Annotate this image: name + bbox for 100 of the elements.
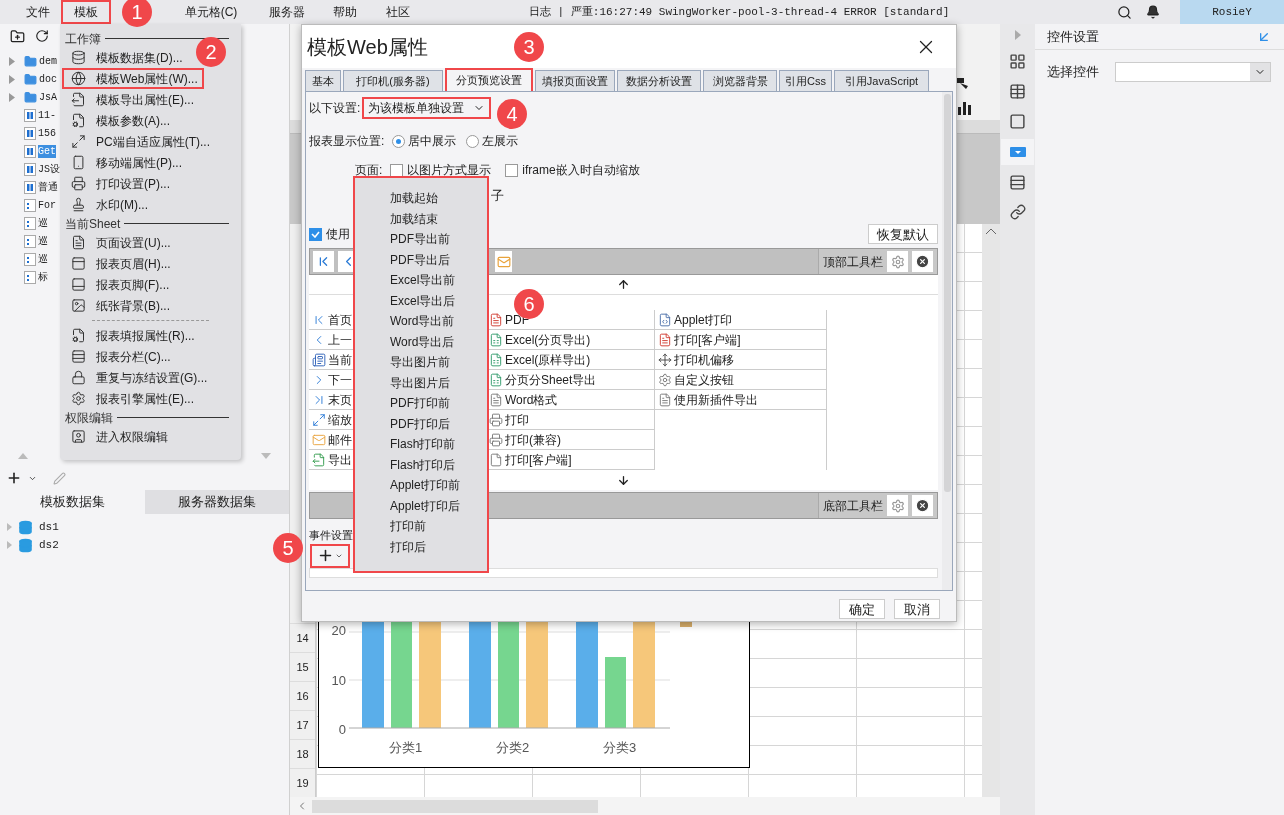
menu-item[interactable]: 服务器 [262, 0, 312, 24]
dialog-tab[interactable]: 引用Css [779, 70, 832, 91]
menu-item[interactable]: PDF导出前 [355, 229, 487, 250]
restore-default-button[interactable]: 恢复默认 [868, 224, 938, 244]
menu-item[interactable]: 模板数据集(D)... [62, 47, 189, 68]
menu-item[interactable]: Excel导出后 [355, 290, 487, 311]
toolbar-item[interactable]: 使用新插件导出 [655, 390, 826, 410]
menu-item[interactable]: 打印后 [355, 536, 487, 557]
dialog-tab[interactable]: 打印机(服务器) [343, 70, 443, 91]
expand-arrow-icon[interactable] [1014, 30, 1021, 40]
dataset-name[interactable]: ds2 [39, 536, 59, 554]
menu-item[interactable]: 打印前 [355, 516, 487, 537]
tree-item[interactable]: 156 [38, 126, 56, 140]
menu-item[interactable]: 加载结束 [355, 208, 487, 229]
dataset-name[interactable]: ds1 [39, 518, 59, 536]
toolbar-item[interactable]: 打印[客户端] [655, 330, 826, 350]
horizontal-scrollbar-thumb[interactable] [312, 799, 598, 813]
menu-item[interactable]: 模板参数(A)... [62, 110, 176, 131]
chart-icon[interactable] [958, 101, 972, 115]
checkbox[interactable] [505, 163, 519, 177]
menu-item[interactable]: 模板Web属性(W)... [62, 68, 204, 89]
tree-item[interactable]: doc [39, 72, 57, 86]
menu-item[interactable]: 重复与冻结设置(G)... [62, 367, 214, 388]
tree-item[interactable]: For [38, 198, 56, 212]
menu-item[interactable]: 报表引擎属性(E)... [62, 388, 200, 409]
new-folder-icon[interactable] [10, 28, 25, 44]
radio-button[interactable] [392, 134, 406, 148]
menu-item[interactable]: 报表页眉(H)... [62, 253, 177, 274]
toolbar-item[interactable]: 打印机偏移 [655, 350, 826, 370]
menu-item[interactable]: 进入权限编辑 [62, 426, 174, 447]
rows-icon[interactable] [1009, 174, 1026, 191]
menu-item[interactable]: 页面设置(U)... [62, 232, 177, 253]
scroll-up-icon[interactable] [986, 228, 996, 234]
refresh-icon[interactable] [35, 29, 49, 43]
toolbar-item[interactable]: Applet打印 [655, 310, 826, 330]
dialog-tab[interactable]: 基本 [305, 70, 341, 91]
remove-button[interactable] [912, 251, 933, 272]
menu-item[interactable]: Applet打印后 [355, 495, 487, 516]
remove-button[interactable] [912, 495, 933, 516]
menu-item[interactable]: 报表分栏(C)... [62, 346, 177, 367]
menu-item[interactable]: PDF导出后 [355, 249, 487, 270]
square-icon[interactable] [1009, 113, 1026, 130]
field-label: 报表显示位置: [309, 133, 385, 150]
link-icon[interactable] [1009, 204, 1026, 220]
move-down-icon[interactable] [617, 473, 630, 487]
menu-item[interactable]: Excel导出前 [355, 270, 487, 291]
panel-tab[interactable]: 服务器数据集 [144, 490, 289, 514]
search-icon[interactable] [1117, 4, 1132, 20]
cancel-button[interactable]: 取消 [894, 599, 940, 619]
tree-item[interactable]: 巡 [38, 234, 48, 248]
tree-item[interactable]: 标 [38, 270, 48, 284]
menu-item[interactable]: 水印(M)... [62, 194, 154, 215]
tree-item[interactable]: 11- [38, 108, 56, 122]
dialog-tab[interactable]: 浏览器背景 [703, 70, 777, 91]
add-icon[interactable] [6, 470, 22, 486]
menu-item[interactable]: 加载起始 [355, 188, 487, 209]
report-file-icon [24, 144, 36, 158]
settings-select[interactable]: 为该模板单独设置 [362, 97, 492, 119]
dialog-tab[interactable]: 填报页面设置 [535, 70, 615, 91]
menu-item[interactable]: 打印设置(P)... [62, 173, 176, 194]
dialog-tab[interactable]: 数据分析设置 [617, 70, 701, 91]
toolbar-item[interactable]: 自定义按钮 [655, 370, 826, 390]
widget-button[interactable] [1001, 139, 1034, 165]
menu-item[interactable]: 报表填报属性(R)... [62, 325, 201, 346]
tree-item[interactable]: JsA [39, 90, 57, 104]
menu-item[interactable]: 模板 [61, 0, 111, 24]
menu-item[interactable]: Applet打印前 [355, 475, 487, 496]
category-label: 分类3 [601, 739, 638, 757]
tree-item[interactable]: dem [39, 54, 57, 68]
user-name[interactable]: RosieY [1180, 0, 1284, 24]
radio-button[interactable] [466, 134, 480, 148]
checkbox[interactable] [309, 227, 322, 241]
toolbar-button[interactable] [495, 251, 512, 272]
menu-item[interactable]: 帮助 [325, 0, 365, 24]
toolbar-button[interactable] [313, 251, 334, 272]
move-up-icon[interactable] [617, 278, 630, 291]
format-painter-icon[interactable] [954, 78, 968, 90]
menu-item[interactable]: 文件 [16, 0, 60, 24]
dialog-tab[interactable]: 引用JavaScript [834, 70, 929, 91]
edit-icon[interactable] [53, 471, 66, 485]
gear-icon [658, 372, 672, 387]
ok-button[interactable]: 确定 [839, 599, 885, 619]
menu-item[interactable]: PC端自适应属性(T)... [62, 131, 216, 152]
add-event-button[interactable] [310, 543, 350, 568]
menu-item[interactable]: 社区 [378, 0, 418, 24]
tree-item[interactable]: 巡 [38, 216, 48, 230]
menu-item[interactable]: 单元格(C) [178, 0, 244, 24]
scrollbar-thumb[interactable] [943, 94, 951, 492]
bell-icon[interactable] [1146, 5, 1160, 19]
checkbox[interactable] [390, 163, 404, 177]
menu-item[interactable]: 模板导出属性(E)... [62, 89, 200, 110]
menu-item[interactable]: 移动端属性(P)... [62, 152, 188, 173]
table-icon[interactable] [1009, 83, 1026, 100]
tree-item[interactable]: JS设 [38, 162, 60, 176]
menu-item[interactable]: 报表页脚(F)... [62, 274, 176, 295]
dialog-tab[interactable]: 分页预览设置 [445, 68, 533, 91]
grid-layout-icon[interactable] [1009, 53, 1026, 70]
tree-item[interactable]: 巡 [38, 252, 48, 266]
tree-item[interactable]: 普通 [38, 180, 58, 194]
menu-item[interactable]: 纸张背景(B)... [62, 295, 176, 316]
